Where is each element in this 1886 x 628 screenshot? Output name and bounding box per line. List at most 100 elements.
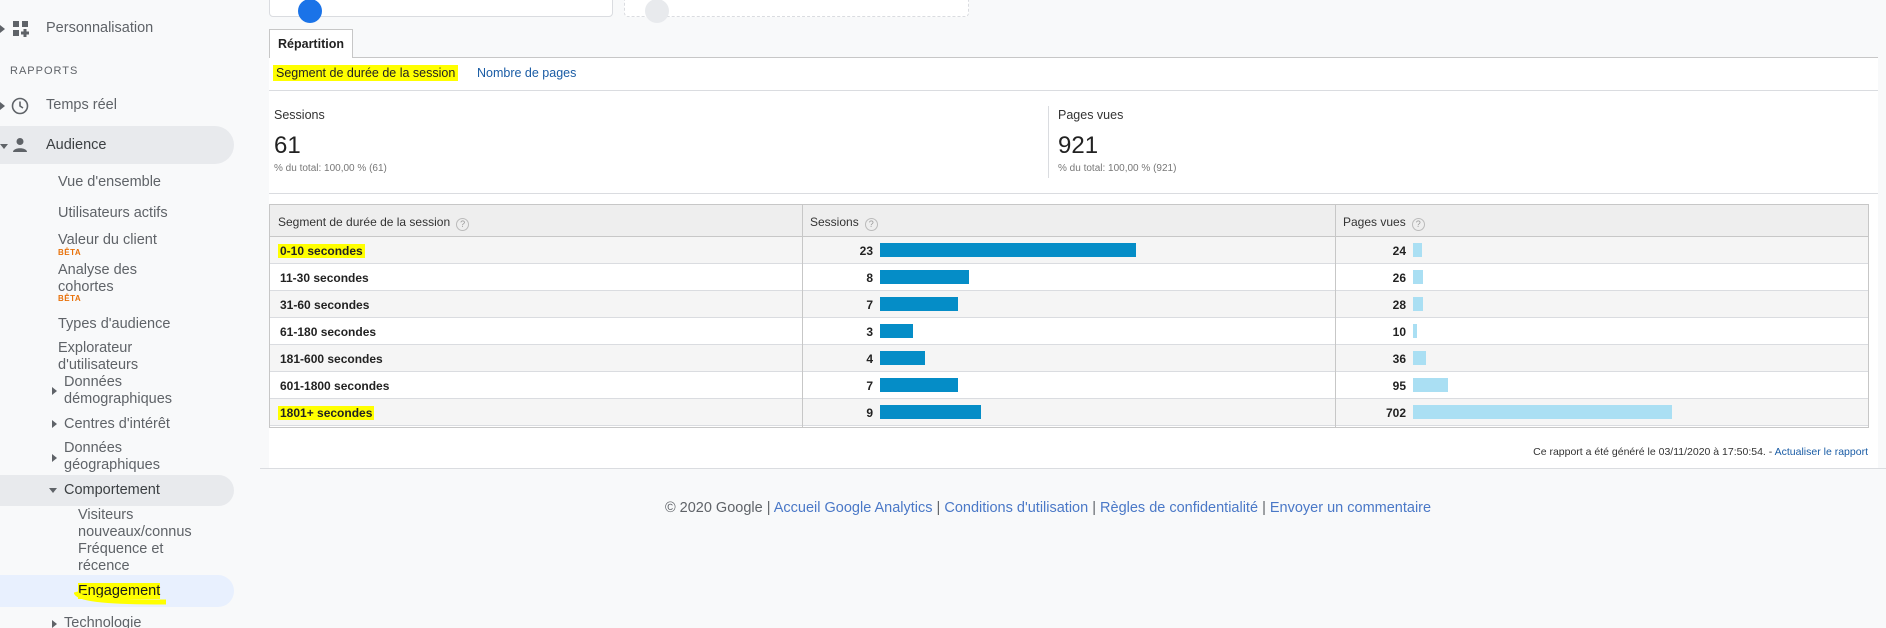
sidebar-item-realtime[interactable]: Temps réel bbox=[46, 97, 117, 114]
pageviews-value: 24 bbox=[1392, 244, 1406, 258]
footer-link-feedback[interactable]: Envoyer un commentaire bbox=[1270, 500, 1431, 516]
sidebar-item-customization[interactable]: Personnalisation bbox=[46, 20, 153, 37]
table-row[interactable]: 0-10 secondes 23 24 bbox=[270, 237, 1868, 264]
expand-arrow-icon[interactable] bbox=[0, 102, 5, 110]
pageviews-bar bbox=[1413, 378, 1448, 392]
segment-label[interactable]: 601-1800 secondes bbox=[278, 379, 391, 393]
collapse-arrow-icon[interactable] bbox=[49, 488, 57, 493]
sidebar-item-user-explorer-line2[interactable]: d'utilisateurs bbox=[58, 357, 138, 374]
segment-label[interactable]: 61-180 secondes bbox=[278, 325, 378, 339]
tab-breakdown[interactable]: Répartition bbox=[269, 29, 353, 58]
sidebar-item-demographics-line2[interactable]: démographiques bbox=[64, 391, 172, 408]
table-row[interactable]: 61-180 secondes 3 10 bbox=[270, 318, 1868, 345]
footer-link-terms[interactable]: Conditions d'utilisation bbox=[944, 500, 1088, 516]
table-row[interactable]: 181-600 secondes 4 36 bbox=[270, 345, 1868, 372]
footer-link-privacy[interactable]: Règles de confidentialité bbox=[1100, 500, 1258, 516]
pageviews-bar bbox=[1413, 270, 1423, 284]
sidebar-item-user-explorer[interactable]: Explorateur bbox=[58, 340, 132, 357]
divider bbox=[269, 193, 1878, 194]
report-generated-text: Ce rapport a été généré le 03/11/2020 à … bbox=[1533, 446, 1773, 458]
pageviews-value: 95 bbox=[1392, 379, 1406, 393]
sidebar-item-behavior[interactable]: Comportement bbox=[64, 482, 160, 499]
segment-label[interactable]: 1801+ secondes bbox=[278, 406, 375, 420]
segment-label[interactable]: 0-10 secondes bbox=[278, 244, 365, 258]
metric-sub-pageviews: % du total: 100,00 % (921) bbox=[1058, 163, 1177, 174]
report-generated-note: Ce rapport a été généré le 03/11/2020 à … bbox=[1533, 446, 1868, 458]
pageviews-value: 10 bbox=[1392, 325, 1406, 339]
metric-value-sessions: 61 bbox=[274, 132, 301, 159]
sessions-bar bbox=[880, 351, 925, 365]
sessions-value: 9 bbox=[866, 406, 873, 420]
compare-metric-card[interactable] bbox=[624, 0, 969, 23]
sessions-value: 3 bbox=[866, 325, 873, 339]
sidebar-item-new-returning-line2[interactable]: nouveaux/connus bbox=[78, 524, 192, 541]
refresh-report-link[interactable]: Actualiser le rapport bbox=[1775, 446, 1868, 458]
segment-tab-page-depth[interactable]: Nombre de pages bbox=[477, 66, 576, 80]
sidebar-item-active-users[interactable]: Utilisateurs actifs bbox=[58, 205, 168, 222]
pageviews-bar bbox=[1413, 405, 1672, 419]
sessions-bar bbox=[880, 243, 1136, 257]
metric-selector-card[interactable] bbox=[269, 0, 613, 23]
metric-label-pageviews: Pages vues bbox=[1058, 108, 1124, 122]
column-header-segment[interactable]: Segment de durée de la session? bbox=[270, 205, 802, 237]
sidebar-item-frequency[interactable]: Fréquence et bbox=[78, 541, 163, 558]
sessions-value: 7 bbox=[866, 379, 873, 393]
column-header-segment-label: Segment de durée de la session bbox=[278, 215, 451, 229]
pageviews-value: 36 bbox=[1392, 352, 1406, 366]
sidebar-item-geo[interactable]: Données bbox=[64, 440, 122, 457]
column-header-pageviews-label: Pages vues bbox=[1343, 215, 1406, 229]
pageviews-bar bbox=[1413, 243, 1422, 257]
sidebar-item-cohort[interactable]: Analyse des bbox=[58, 262, 137, 279]
highlighter-mark bbox=[74, 590, 167, 605]
sidebar-item-geo-line2[interactable]: géographiques bbox=[64, 457, 160, 474]
sidebar-item-audience[interactable]: Audience bbox=[46, 137, 106, 154]
sessions-value: 7 bbox=[866, 298, 873, 312]
sidebar-item-technology[interactable]: Technologie bbox=[64, 615, 141, 628]
table-row[interactable]: 601-1800 secondes 7 95 bbox=[270, 372, 1868, 399]
sidebar-item-interests[interactable]: Centres d'intérêt bbox=[64, 416, 170, 433]
column-divider bbox=[802, 205, 803, 427]
sidebar-item-audiences[interactable]: Types d'audience bbox=[58, 316, 170, 333]
help-icon[interactable]: ? bbox=[456, 218, 470, 231]
sessions-value: 4 bbox=[866, 352, 873, 366]
footer-separator: | bbox=[1092, 500, 1096, 516]
footer-separator: | bbox=[1262, 500, 1266, 516]
expand-arrow-icon[interactable] bbox=[52, 420, 57, 428]
table-row[interactable]: 1801+ secondes 9 702 bbox=[270, 399, 1868, 426]
table-row[interactable]: 11-30 secondes 8 26 bbox=[270, 264, 1868, 291]
footer-link-ga-home[interactable]: Accueil Google Analytics bbox=[774, 500, 933, 516]
collapse-arrow-icon[interactable] bbox=[0, 144, 8, 149]
metric-value-pageviews: 921 bbox=[1058, 132, 1099, 159]
segment-tab-duration[interactable]: Segment de durée de la session bbox=[273, 65, 459, 81]
column-header-sessions[interactable]: Sessions? bbox=[802, 205, 1335, 237]
pageviews-bar bbox=[1413, 297, 1423, 311]
help-icon[interactable]: ? bbox=[1411, 218, 1425, 231]
sidebar-item-frequency-line2[interactable]: récence bbox=[78, 558, 130, 575]
sessions-value: 8 bbox=[866, 271, 873, 285]
pageviews-bar bbox=[1413, 351, 1426, 365]
divider bbox=[269, 90, 1878, 91]
expand-arrow-icon[interactable] bbox=[52, 454, 57, 462]
sessions-bar bbox=[880, 297, 958, 311]
footer: © 2020 Google | Accueil Google Analytics… bbox=[0, 500, 1886, 516]
column-divider bbox=[1335, 205, 1336, 427]
sidebar-item-demographics[interactable]: Données bbox=[64, 374, 122, 391]
segment-label[interactable]: 11-30 secondes bbox=[278, 271, 371, 285]
placeholder-circle-icon bbox=[645, 0, 669, 23]
expand-arrow-icon[interactable] bbox=[0, 25, 5, 33]
help-icon[interactable]: ? bbox=[864, 218, 878, 231]
sessions-bar bbox=[880, 324, 913, 338]
sidebar-nav: Personnalisation RAPPORTS Temps réel Aud… bbox=[0, 0, 240, 628]
segment-tab-duration-label: Segment de durée de la session bbox=[273, 65, 459, 81]
pageviews-value: 26 bbox=[1392, 271, 1406, 285]
sessions-bar bbox=[880, 378, 958, 392]
metric-label-sessions: Sessions bbox=[274, 108, 325, 122]
sidebar-item-overview[interactable]: Vue d'ensemble bbox=[58, 174, 161, 191]
table-row[interactable]: 31-60 secondes 7 28 bbox=[270, 291, 1868, 318]
segment-label[interactable]: 31-60 secondes bbox=[278, 298, 371, 312]
segment-label[interactable]: 181-600 secondes bbox=[278, 352, 385, 366]
expand-arrow-icon[interactable] bbox=[52, 387, 57, 395]
sidebar-item-lifetime-value[interactable]: Valeur du client bbox=[58, 232, 157, 249]
column-header-pageviews[interactable]: Pages vues? bbox=[1335, 205, 1868, 237]
expand-arrow-icon[interactable] bbox=[52, 620, 57, 628]
